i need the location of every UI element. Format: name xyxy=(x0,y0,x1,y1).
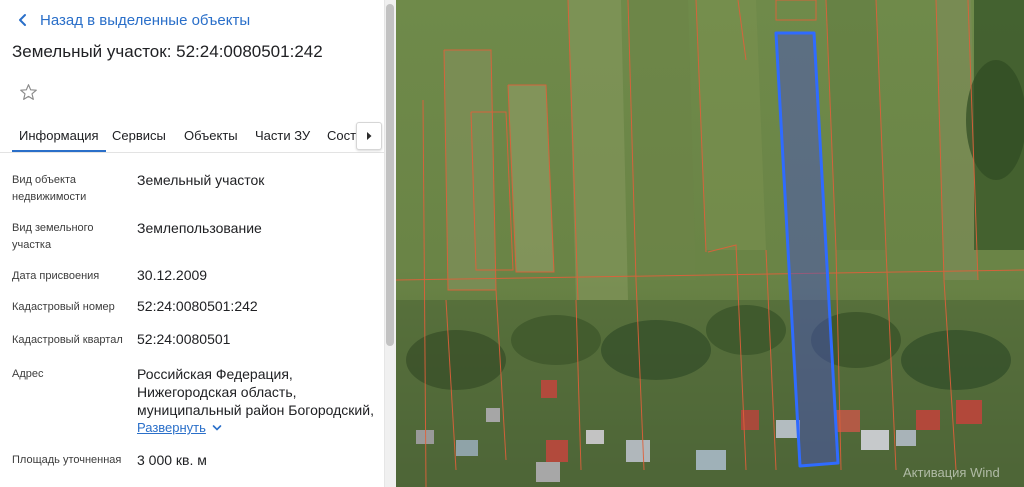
satellite-map[interactable] xyxy=(396,0,1024,487)
tabs-scroll-right-button[interactable] xyxy=(356,122,382,150)
area-label: Площадь уточненная xyxy=(12,454,122,466)
chevron-left-icon xyxy=(19,14,26,26)
address-line-1: Российская Федерация, xyxy=(137,366,293,382)
caret-right-icon xyxy=(367,132,372,140)
cad-quarter-value: 52:24:0080501 xyxy=(137,331,231,347)
back-link[interactable]: Назад в выделенные объекты xyxy=(14,9,250,31)
cad-number-value: 52:24:0080501:242 xyxy=(137,298,258,314)
page-title: Земельный участок: 52:24:0080501:242 xyxy=(12,42,323,61)
activation-watermark: Активация Wind xyxy=(903,465,1000,480)
star-icon[interactable] xyxy=(19,83,38,102)
date-value: 30.12.2009 xyxy=(137,267,208,283)
tab-objects[interactable]: Объекты xyxy=(184,128,238,143)
address-line-2: Нижегородская область, xyxy=(137,384,297,400)
info-panel: Назад в выделенные объекты Земельный уча… xyxy=(0,0,384,487)
tab-land-parts[interactable]: Части ЗУ xyxy=(255,128,310,143)
panel-scrollbar-thumb[interactable] xyxy=(386,4,394,346)
tab-services[interactable]: Сервисы xyxy=(112,128,166,143)
expand-address-label: Развернуть xyxy=(137,420,206,435)
object-type-label: Вид объекта недвижимости xyxy=(12,174,87,203)
expand-address-link[interactable]: Развернуть xyxy=(137,420,222,435)
tab-information[interactable]: Информация xyxy=(12,128,106,152)
land-type-label: Вид земельного участка xyxy=(12,222,94,251)
land-type-value: Землепользование xyxy=(137,220,262,236)
tab-bar: Информация Сервисы Объекты Части ЗУ Сост… xyxy=(0,118,384,153)
object-type-value: Земельный участок xyxy=(137,172,265,188)
date-label: Дата присвоения xyxy=(12,270,100,282)
chevron-down-icon xyxy=(212,424,222,431)
area-value: 3 000 кв. м xyxy=(137,452,207,468)
map-view[interactable] xyxy=(396,0,1024,487)
back-link-label: Назад в выделенные объекты xyxy=(40,11,251,29)
cad-number-label: Кадастровый номер xyxy=(12,301,115,313)
address-label: Адрес xyxy=(12,368,44,380)
address-line-3: муниципальный район Богородский, xyxy=(137,402,374,418)
cad-quarter-label: Кадастровый квартал xyxy=(12,334,123,346)
